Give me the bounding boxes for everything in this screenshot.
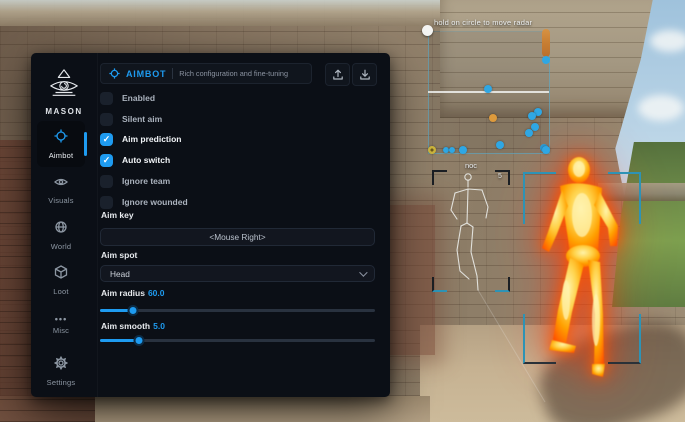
- checkbox[interactable]: [100, 196, 113, 209]
- aim-radius-label: Aim radius60.0: [101, 288, 164, 298]
- sidebar-item-label: Settings: [47, 378, 76, 387]
- esp-player-name: noc: [451, 161, 491, 170]
- radar-drag-handle[interactable]: [422, 25, 433, 36]
- esp-box-corner: [608, 314, 641, 364]
- sidebar-item-misc[interactable]: ••• Misc: [37, 302, 85, 348]
- toggle-label: Auto switch: [122, 155, 170, 165]
- download-icon: [359, 69, 371, 81]
- sidebar-item-label: Loot: [53, 287, 68, 296]
- toggle-ignore-team[interactable]: Ignore team: [100, 171, 170, 191]
- esp-box-corner: [523, 314, 556, 364]
- cube-icon: [54, 265, 68, 284]
- checkbox[interactable]: [100, 154, 113, 167]
- radar-marker-dot: [542, 56, 550, 64]
- toggle-auto-switch[interactable]: Auto switch: [100, 150, 170, 170]
- slider-label: Aim radius: [101, 288, 145, 298]
- toggle-aim-prediction[interactable]: Aim prediction: [100, 129, 182, 149]
- slider-value: 60.0: [148, 288, 165, 298]
- cheat-menu-panel: MASON Aimbot Visuals: [31, 53, 390, 397]
- chevron-down-icon: [359, 268, 367, 276]
- upload-config-button[interactable]: [325, 63, 350, 86]
- crosshair-icon: [54, 129, 68, 148]
- sidebar-item-loot[interactable]: Loot: [37, 257, 85, 303]
- download-config-button[interactable]: [352, 63, 377, 86]
- aim-radius-slider[interactable]: [100, 304, 375, 316]
- sidebar-item-label: Misc: [53, 326, 69, 335]
- sidebar: MASON Aimbot Visuals: [31, 53, 98, 397]
- radar-dot: [459, 146, 467, 154]
- mason-logo-icon: [47, 68, 81, 100]
- esp-player-distance: 5: [498, 173, 502, 180]
- sidebar-item-settings[interactable]: Settings: [37, 348, 85, 394]
- aim-key-value: <Mouse Right>: [209, 232, 265, 242]
- aim-key-binding-button[interactable]: <Mouse Right>: [100, 228, 375, 246]
- radar-dot: [528, 112, 536, 120]
- slider-label: Aim smooth: [101, 321, 150, 331]
- slider-thumb[interactable]: [128, 305, 139, 316]
- aim-spot-label: Aim spot: [101, 250, 137, 260]
- globe-icon: [54, 220, 68, 239]
- brick-patch: [383, 205, 435, 355]
- ellipsis-icon: •••: [55, 315, 67, 323]
- esp-box-corner: [432, 170, 447, 185]
- sidebar-item-aimbot[interactable]: Aimbot: [37, 121, 85, 167]
- aim-spot-value: Head: [110, 269, 130, 279]
- crosshair-icon: [109, 68, 120, 79]
- radar-dot: [542, 146, 550, 154]
- checkbox[interactable]: [100, 113, 113, 126]
- esp-box-corner: [523, 172, 556, 224]
- gear-icon: [54, 356, 68, 375]
- sidebar-item-label: World: [51, 242, 71, 251]
- eye-icon: [54, 175, 68, 193]
- active-indicator: [84, 132, 87, 156]
- toggle-label: Enabled: [122, 93, 155, 103]
- toggle-label: Ignore wounded: [122, 197, 188, 207]
- radar-dot: [525, 129, 533, 137]
- esp-box-corner: [432, 277, 447, 292]
- tab-header: AIMBOT Rich configuration and fine-tunin…: [100, 63, 312, 84]
- sidebar-item-label: Aimbot: [49, 151, 74, 160]
- upload-icon: [332, 69, 344, 81]
- aim-key-label: Aim key: [101, 210, 134, 220]
- toggle-silent-aim[interactable]: Silent aim: [100, 109, 162, 129]
- wall-top-edge: [0, 0, 470, 26]
- esp-box-corner: [495, 277, 510, 292]
- checkbox[interactable]: [100, 175, 113, 188]
- aim-smooth-slider[interactable]: [100, 334, 375, 346]
- radar-dot: [484, 85, 492, 93]
- brand-label: MASON: [31, 107, 97, 116]
- radar-dot: [449, 147, 455, 153]
- sidebar-item-label: Visuals: [48, 196, 73, 205]
- slider-value: 5.0: [153, 321, 165, 331]
- cloud: [638, 95, 684, 121]
- radar-hint-text: hold on circle to move radar: [434, 18, 532, 27]
- radar-marker-pill: [542, 29, 550, 57]
- toggle-label: Ignore team: [122, 176, 170, 186]
- slider-thumb[interactable]: [133, 335, 144, 346]
- esp-box-corner: [608, 172, 641, 224]
- sidebar-item-world[interactable]: World: [37, 212, 85, 258]
- brand: MASON: [31, 68, 97, 116]
- sidebar-item-visuals[interactable]: Visuals: [37, 167, 85, 213]
- aim-spot-dropdown[interactable]: Head: [100, 265, 375, 282]
- game-screen: noc 5 hold on circle to move radar MASON: [0, 0, 685, 422]
- tab-title: AIMBOT: [126, 69, 166, 79]
- checkbox[interactable]: [100, 133, 113, 146]
- tab-subtitle: Rich configuration and fine-tuning: [179, 69, 288, 78]
- toggle-enabled[interactable]: Enabled: [100, 88, 155, 108]
- aim-smooth-label: Aim smooth5.0: [101, 321, 165, 331]
- radar-dot: [496, 141, 504, 149]
- toggle-label: Silent aim: [122, 114, 162, 124]
- slider-track[interactable]: [100, 309, 375, 312]
- toggle-ignore-wounded[interactable]: Ignore wounded: [100, 192, 188, 212]
- toggle-label: Aim prediction: [122, 134, 182, 144]
- cloud: [650, 30, 685, 52]
- checkbox[interactable]: [100, 92, 113, 105]
- divider: [172, 68, 173, 79]
- radar-dot: [489, 114, 497, 122]
- radar-dot: [428, 146, 436, 154]
